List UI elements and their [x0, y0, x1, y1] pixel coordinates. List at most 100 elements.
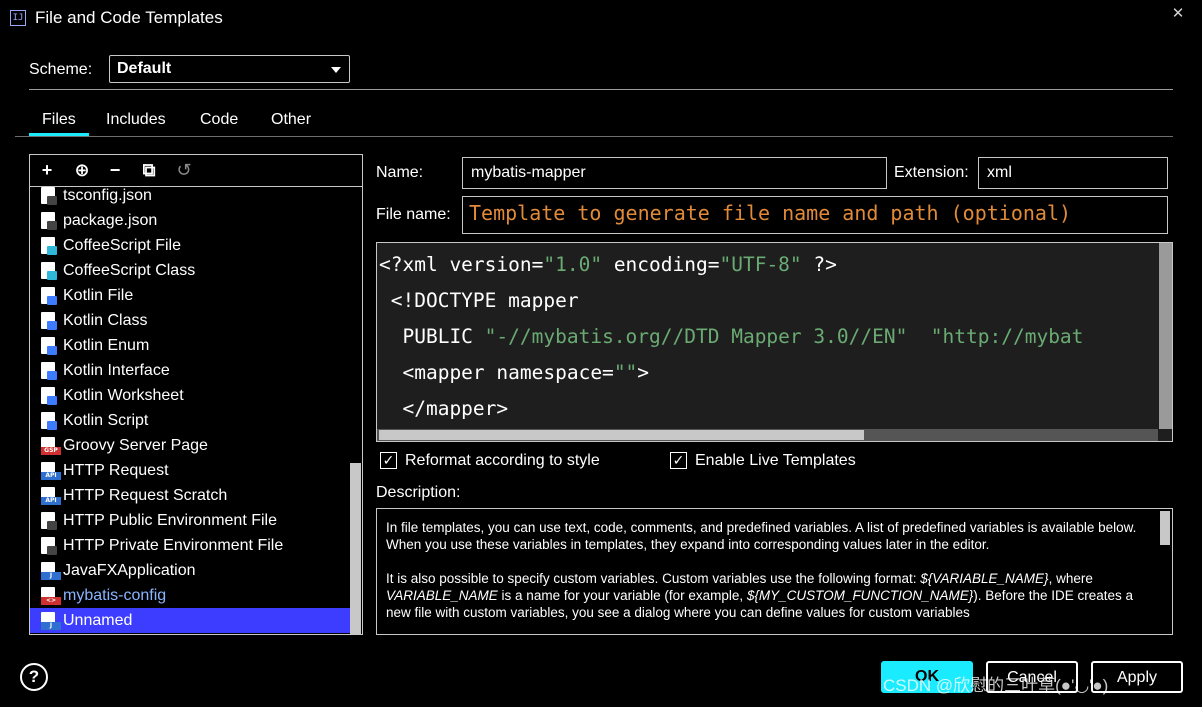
coffeescript-class-icon	[41, 262, 57, 280]
code-line: PUBLIC "-//mybatis.org//DTD Mapper 3.0//…	[379, 319, 1159, 355]
variable-example: ${MY_CUSTOM_FUNCTION_NAME}	[746, 588, 974, 603]
json-file-icon	[41, 512, 57, 530]
list-item-label: mybatis-config	[63, 587, 167, 604]
live-templates-label[interactable]: Enable Live Templates	[695, 451, 856, 471]
tab-includes[interactable]: Includes	[93, 110, 179, 136]
file-type-badge	[47, 421, 57, 430]
file-type-badge	[47, 346, 57, 355]
list-item-label: package.json	[63, 212, 158, 229]
list-item-label: Kotlin Interface	[63, 362, 170, 379]
help-button[interactable]: ?	[20, 663, 48, 691]
code-line: </mapper>	[379, 391, 1159, 427]
list-item-label: HTTP Request	[63, 462, 169, 479]
tab-code[interactable]: Code	[187, 110, 251, 136]
code-line: <!DOCTYPE mapper	[379, 283, 1159, 319]
add-icon[interactable]: +	[36, 159, 58, 181]
code-line: <?xml version="1.0" encoding="UTF-8" ?>	[379, 247, 1159, 283]
description-scrollbar[interactable]	[1160, 511, 1170, 545]
list-item[interactable]: Kotlin Interface	[30, 358, 350, 383]
http-request-scratch-icon: API	[41, 487, 61, 505]
file-type-tag: API	[41, 497, 61, 505]
list-item-label: Kotlin Class	[63, 312, 148, 329]
kotlin-enum-icon	[41, 337, 57, 355]
list-item[interactable]: Kotlin Class	[30, 308, 350, 333]
list-item-label: Unnamed	[63, 612, 133, 629]
file-type-badge	[47, 396, 57, 405]
reset-icon: ↺	[176, 160, 192, 180]
file-type-tag: J	[41, 622, 61, 630]
kotlin-interface-icon	[41, 362, 57, 380]
file-type-tag: J	[41, 572, 61, 580]
divider	[15, 136, 1173, 137]
live-templates-checkbox[interactable]: ✓	[670, 452, 687, 469]
code-token: PUBLIC	[379, 325, 485, 348]
description-text-segment: is a name for your variable (for example…	[497, 588, 747, 603]
file-type-badge	[47, 521, 57, 530]
list-item[interactable]: J Unnamed	[30, 608, 350, 633]
variable-example: VARIABLE_NAME	[386, 588, 498, 603]
scheme-select[interactable]: Default	[109, 55, 350, 83]
add-child-icon[interactable]: ⊕	[71, 159, 93, 181]
code-token: <?xml version=	[379, 253, 544, 276]
code-token: encoding=	[602, 253, 720, 276]
code-string: "1.0"	[543, 253, 603, 276]
code-token: ?>	[801, 253, 837, 276]
watermark: CSDN @欣慰的三叶草(●'◡'●)	[883, 676, 1109, 695]
tab-files[interactable]: Files	[29, 110, 89, 136]
editor-horizontal-scrollbar[interactable]	[379, 430, 864, 440]
code-string: ""	[613, 361, 638, 384]
template-code-editor[interactable]: <?xml version="1.0" encoding="UTF-8" ?> …	[376, 242, 1173, 442]
list-item[interactable]: GSP Groovy Server Page	[30, 433, 350, 458]
list-item[interactable]: HTTP Public Environment File	[30, 508, 350, 533]
list-item-label: Kotlin Worksheet	[63, 387, 184, 404]
list-scrollbar[interactable]	[350, 463, 361, 634]
description-label: Description:	[376, 484, 461, 501]
file-type-badge	[47, 321, 57, 330]
window-title: File and Code Templates	[35, 8, 223, 27]
file-type-badge	[47, 296, 57, 305]
close-icon[interactable]: ✕	[1168, 4, 1188, 24]
list-item[interactable]: Kotlin Enum	[30, 333, 350, 358]
list-item[interactable]: CoffeeScript File	[30, 233, 350, 258]
list-item[interactable]: API HTTP Request	[30, 458, 350, 483]
list-item[interactable]: Kotlin Worksheet	[30, 383, 350, 408]
list-item-label: HTTP Request Scratch	[63, 487, 228, 504]
variable-example: ${VARIABLE_NAME}	[920, 571, 1049, 586]
code-token: <!DOCTYPE mapper	[379, 289, 579, 312]
remove-icon[interactable]: −	[104, 159, 126, 181]
editor-vertical-scrollbar[interactable]	[1159, 243, 1172, 429]
xml-file-icon: <>	[41, 587, 61, 605]
list-item-label: Kotlin File	[63, 287, 134, 304]
list-item[interactable]: Kotlin File	[30, 283, 350, 308]
reformat-label[interactable]: Reformat according to style	[405, 451, 600, 471]
file-type-badge	[47, 546, 57, 555]
java-file-icon: J	[41, 562, 61, 580]
code-content: <?xml version="1.0" encoding="UTF-8" ?> …	[379, 247, 1159, 427]
filename-input[interactable]: Template to generate file name and path …	[462, 196, 1168, 234]
code-string: "-//mybatis.org//DTD Mapper 3.0//EN"	[484, 325, 908, 348]
chevron-down-icon	[331, 67, 341, 73]
list-item[interactable]: Kotlin Script	[30, 408, 350, 433]
coffeescript-file-icon	[41, 237, 57, 255]
list-item[interactable]: J JavaFXApplication	[30, 558, 350, 583]
list-item[interactable]: tsconfig.json	[30, 183, 350, 208]
extension-input[interactable]: xml	[978, 157, 1168, 189]
json-file-icon	[41, 212, 57, 230]
list-item[interactable]: CoffeeScript Class	[30, 258, 350, 283]
description-text: In file templates, you can use text, cod…	[386, 519, 1146, 634]
tab-other[interactable]: Other	[258, 110, 324, 136]
list-item-label: CoffeeScript Class	[63, 262, 196, 279]
reformat-checkbox[interactable]: ✓	[380, 452, 397, 469]
list-item[interactable]: <> mybatis-config	[30, 583, 350, 608]
name-input[interactable]: mybatis-mapper	[462, 157, 887, 189]
file-type-tag: API	[41, 472, 61, 480]
list-item[interactable]: API HTTP Request Scratch	[30, 483, 350, 508]
file-type-badge	[47, 196, 57, 205]
list-item[interactable]: package.json	[30, 208, 350, 233]
list-item[interactable]: HTTP Private Environment File	[30, 533, 350, 558]
list-item-label: Kotlin Script	[63, 412, 149, 429]
copy-icon[interactable]: ⧉	[138, 159, 160, 181]
java-file-icon: J	[41, 612, 61, 630]
filename-label: File name:	[376, 206, 451, 223]
name-label: Name:	[376, 164, 424, 181]
